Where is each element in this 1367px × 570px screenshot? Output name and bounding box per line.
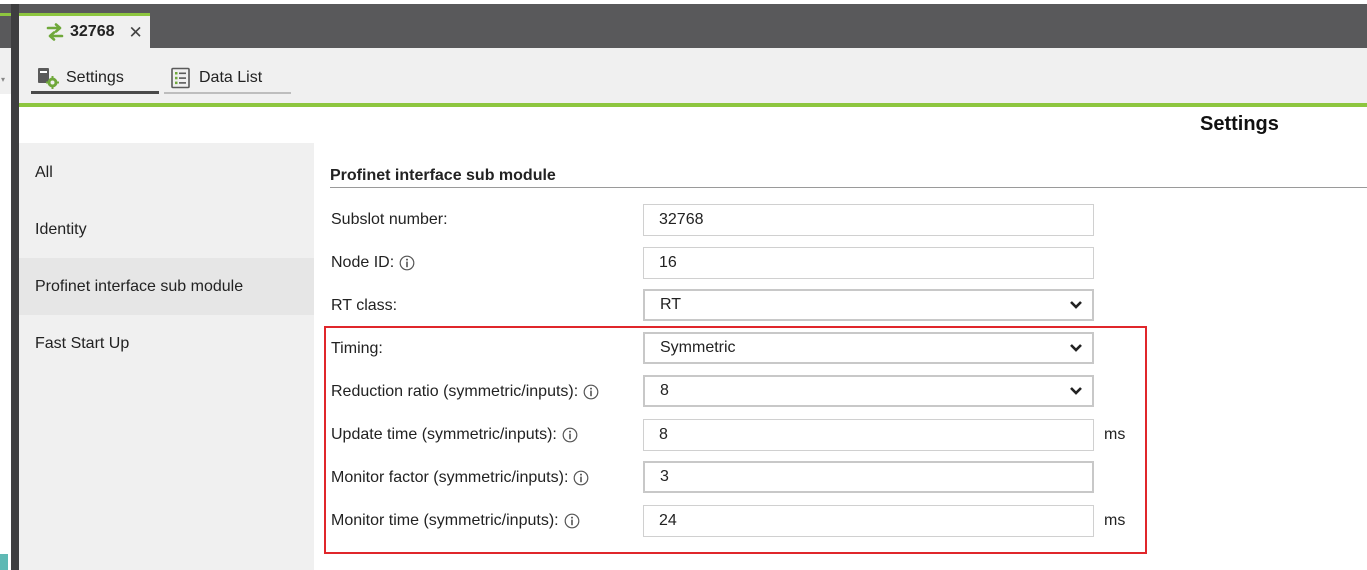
- settings-gear-icon: [38, 68, 59, 89]
- row-label-text: RT class:: [331, 297, 398, 314]
- sidebar-item-label: Profinet interface sub module: [35, 277, 244, 295]
- tab-data-list[interactable]: Data List: [164, 62, 291, 94]
- select-value: RT: [660, 296, 682, 313]
- sidebar-item-label: All: [35, 163, 53, 181]
- highlight-annotation-box: [324, 326, 1147, 554]
- subslot-number-label: Subslot number:: [331, 209, 448, 231]
- page-title: Settings: [1200, 113, 1279, 135]
- field-value: 32768: [659, 211, 704, 228]
- section-divider: [330, 187, 1367, 188]
- tab-settings[interactable]: Settings: [31, 62, 159, 94]
- document-tab-title: 32768: [70, 23, 115, 40]
- subslot-number-field[interactable]: 32768: [643, 204, 1094, 236]
- row-label-text: Node ID:: [331, 254, 395, 271]
- rt-class-label: RT class:: [331, 295, 397, 317]
- sidebar-item-fast-start-up[interactable]: Fast Start Up: [19, 315, 314, 372]
- document-tab[interactable]: 32768 ✕: [19, 13, 150, 48]
- document-tab-strip: 32768 ✕: [19, 4, 1367, 48]
- left-panel-toolbar: [0, 48, 11, 94]
- tab-settings-underline: [31, 91, 159, 94]
- left-panel-accent: [0, 13, 11, 16]
- sidebar-item-all[interactable]: All: [19, 144, 314, 201]
- toolbar-accent-line: [19, 103, 1367, 107]
- sidebar-item-label: Identity: [35, 220, 87, 238]
- tab-settings-label: Settings: [66, 69, 124, 86]
- left-panel-tab-strip: [0, 4, 11, 48]
- view-toolbar: Settings Data List: [19, 48, 1367, 103]
- sidebar-item-profinet-interface-sub-module[interactable]: Profinet interface sub module: [19, 258, 314, 315]
- info-icon[interactable]: [399, 255, 415, 271]
- tab-data-list-underline: [164, 92, 291, 94]
- sidebar-item-label: Fast Start Up: [35, 334, 130, 352]
- row-label-text: Subslot number:: [331, 211, 448, 228]
- panel-splitter[interactable]: [11, 0, 19, 570]
- left-panel-edge: ▾: [0, 0, 11, 570]
- chevron-down-icon: [1070, 301, 1082, 309]
- close-icon[interactable]: ✕: [129, 24, 143, 41]
- rt-class-select[interactable]: RT: [643, 289, 1094, 321]
- left-panel-marker: [0, 554, 8, 570]
- list-icon: [171, 67, 190, 89]
- swap-arrows-icon: [46, 23, 64, 41]
- section-title: Profinet interface sub module: [330, 167, 556, 184]
- field-value: 16: [659, 254, 677, 271]
- node-id-label: Node ID:: [331, 252, 415, 274]
- node-id-field[interactable]: 16: [643, 247, 1094, 279]
- collapse-arrow-icon[interactable]: ▾: [1, 75, 5, 84]
- sidebar-item-identity[interactable]: Identity: [19, 201, 314, 258]
- tab-data-list-label: Data List: [199, 69, 263, 86]
- settings-sidebar: All Identity Profinet interface sub modu…: [19, 143, 314, 570]
